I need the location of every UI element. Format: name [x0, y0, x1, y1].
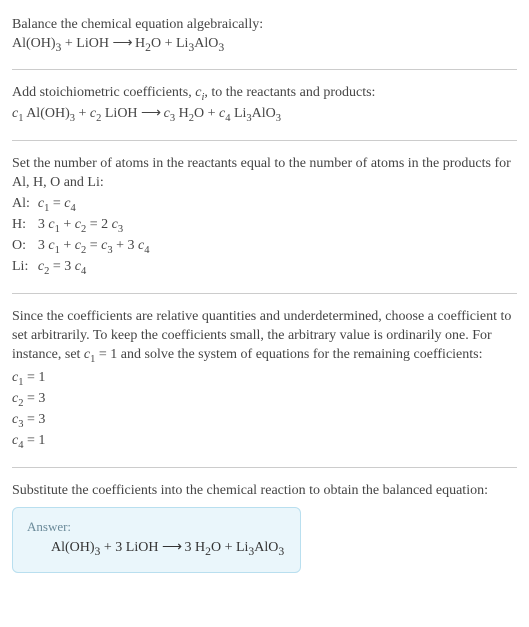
atom-balance-table: Al:c1 = c4H:3 c1 + c2 = 2 c3O:3 c1 + c2 … — [12, 195, 149, 279]
intro-text: Balance the chemical equation algebraica… — [12, 16, 517, 35]
equation-with-coefficients: c1 Al(OH)3 + c2 LiOH ⟶ c3 H2O + c4 Li3Al… — [12, 105, 517, 126]
atom-row: Li:c2 = 3 c4 — [12, 258, 149, 279]
atom-element: O: — [12, 237, 38, 258]
atom-balance-intro: Set the number of atoms in the reactants… — [12, 155, 517, 193]
solution-list: c1 = 1c2 = 3c3 = 3c4 = 1 — [12, 369, 517, 453]
atom-row: H:3 c1 + c2 = 2 c3 — [12, 216, 149, 237]
equation-main: Al(OH)3 + LiOH ⟶ H2O + Li3AlO3 — [12, 35, 517, 56]
divider — [12, 467, 517, 468]
intro-block: Balance the chemical equation algebraica… — [12, 8, 517, 63]
coef-text-b: , to the reactants and products: — [204, 85, 375, 100]
atom-element: Al: — [12, 195, 38, 216]
solution-item: c2 = 3 — [12, 390, 517, 411]
atom-element: H: — [12, 216, 38, 237]
answer-equation: Al(OH)3 + 3 LiOH ⟶ 3 H2O + Li3AlO3 — [27, 535, 284, 560]
solution-item: c3 = 3 — [12, 411, 517, 432]
atom-equation: 3 c1 + c2 = 2 c3 — [38, 216, 150, 237]
coefficients-text: Add stoichiometric coefficients, ci, to … — [12, 84, 517, 105]
solve-intro: Since the coefficients are relative quan… — [12, 308, 517, 367]
solution-item: c4 = 1 — [12, 432, 517, 453]
solution-item: c1 = 1 — [12, 369, 517, 390]
substitute-text: Substitute the coefficients into the che… — [12, 482, 517, 501]
atom-row: O:3 c1 + c2 = c3 + 3 c4 — [12, 237, 149, 258]
answer-label: Answer: — [27, 518, 284, 536]
divider — [12, 140, 517, 141]
solve-block: Since the coefficients are relative quan… — [12, 300, 517, 461]
substitute-block: Substitute the coefficients into the che… — [12, 474, 517, 581]
coefficients-block: Add stoichiometric coefficients, ci, to … — [12, 76, 517, 134]
divider — [12, 69, 517, 70]
answer-box: Answer: Al(OH)3 + 3 LiOH ⟶ 3 H2O + Li3Al… — [12, 507, 301, 573]
atom-equation: c1 = c4 — [38, 195, 150, 216]
atom-equation: c2 = 3 c4 — [38, 258, 150, 279]
divider — [12, 293, 517, 294]
atom-row: Al:c1 = c4 — [12, 195, 149, 216]
atom-balance-block: Set the number of atoms in the reactants… — [12, 147, 517, 287]
atom-equation: 3 c1 + c2 = c3 + 3 c4 — [38, 237, 150, 258]
atom-element: Li: — [12, 258, 38, 279]
coef-text-a: Add stoichiometric coefficients, — [12, 85, 195, 100]
